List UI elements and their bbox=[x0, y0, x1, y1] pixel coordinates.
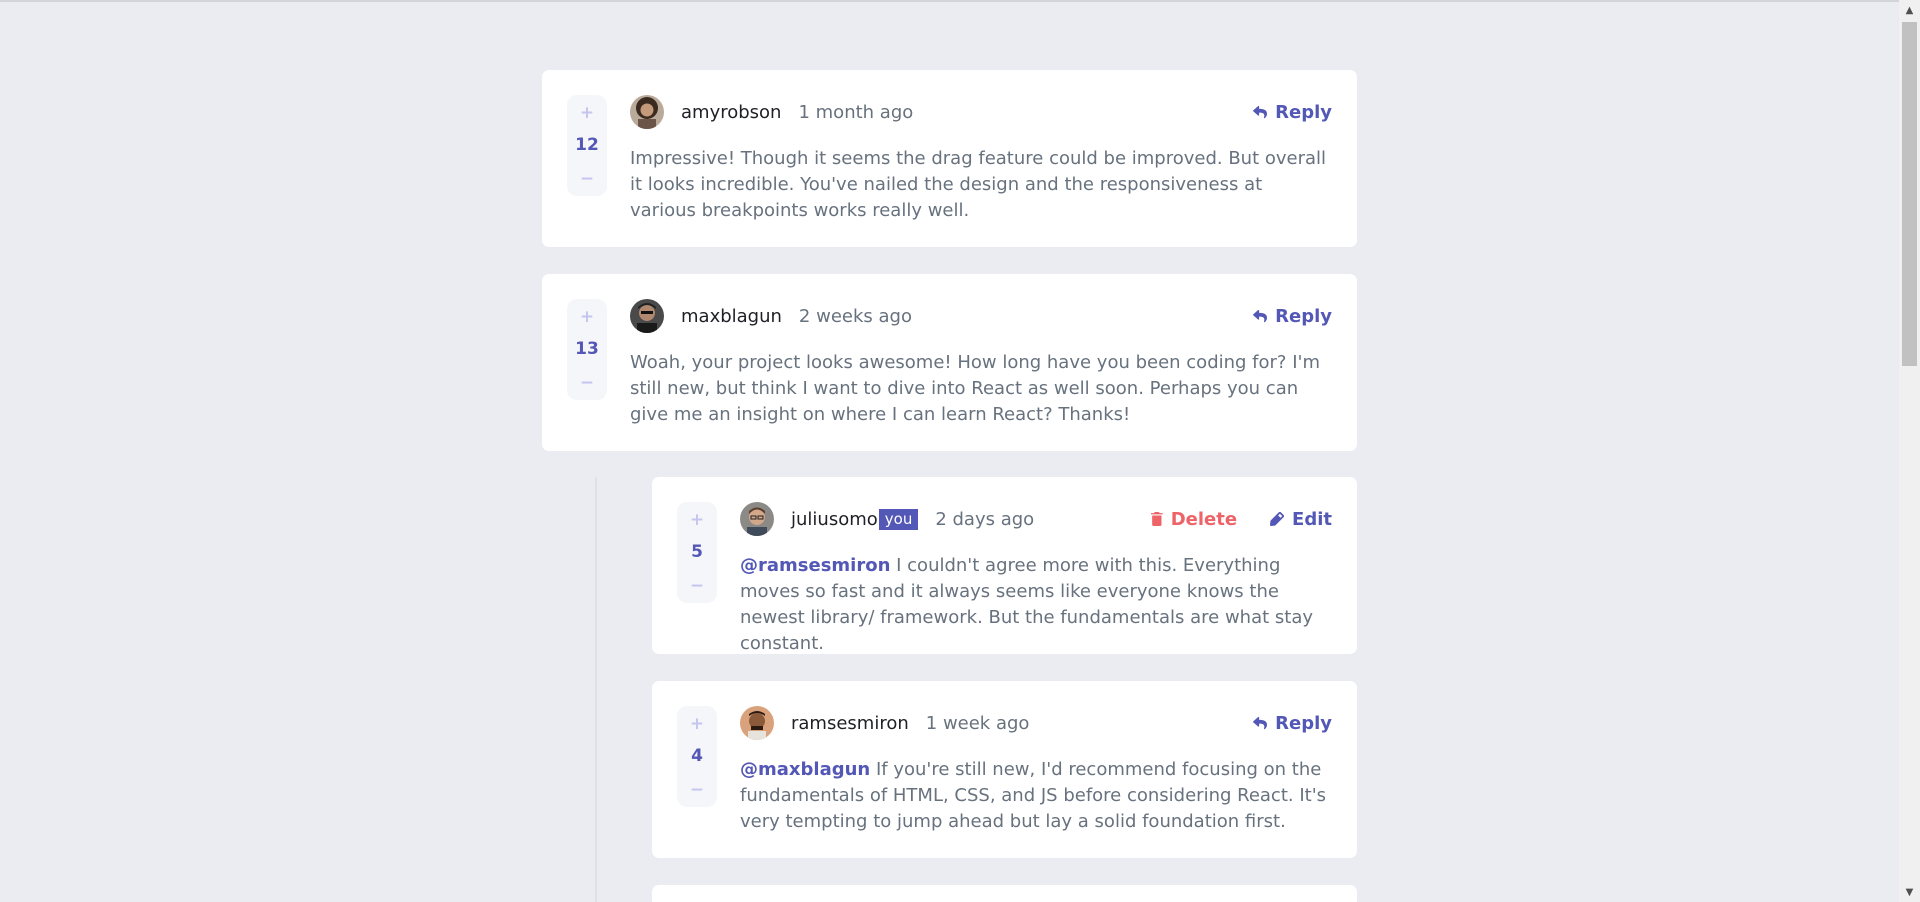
avatar[interactable] bbox=[740, 502, 774, 536]
delete-icon bbox=[1150, 512, 1163, 526]
downvote-button[interactable]: − bbox=[567, 373, 607, 393]
score: 12 bbox=[575, 135, 599, 155]
username[interactable]: juliusomo bbox=[791, 509, 878, 530]
scroll-thumb[interactable] bbox=[1902, 22, 1917, 366]
delete-button[interactable]: Delete bbox=[1150, 508, 1238, 530]
avatar[interactable] bbox=[630, 95, 664, 129]
comment-actions: Reply bbox=[1253, 706, 1332, 740]
upvote-button[interactable]: + bbox=[567, 307, 607, 327]
reply-label: Reply bbox=[1275, 101, 1332, 123]
reply-card: + 5 − juliusomo you 2 days ago Delete Ed… bbox=[652, 477, 1357, 654]
delete-label: Delete bbox=[1170, 508, 1238, 530]
comment-header: amyrobson 1 month ago bbox=[630, 95, 913, 129]
reply-button[interactable]: Reply bbox=[1253, 713, 1332, 734]
edit-label: Edit bbox=[1292, 508, 1332, 530]
avatar[interactable] bbox=[740, 706, 774, 740]
downvote-button[interactable]: − bbox=[567, 169, 607, 189]
comment-text: Impressive! Though it seems the drag fea… bbox=[630, 146, 1332, 224]
comment-card: + 13 − maxblagun 2 weeks ago Reply Woah,… bbox=[542, 274, 1357, 451]
downvote-button[interactable]: − bbox=[677, 780, 717, 800]
comment-text: @ramsesmiron I couldn't agree more with … bbox=[740, 553, 1332, 657]
comment-body: Woah, your project looks awesome! How lo… bbox=[630, 352, 1320, 425]
you-badge: you bbox=[878, 508, 919, 530]
scroll-down-arrow-icon[interactable]: ▼ bbox=[1899, 884, 1920, 902]
comment-actions: Reply bbox=[1253, 299, 1332, 333]
edit-button[interactable]: Edit bbox=[1270, 509, 1332, 530]
scroll-up-arrow-icon[interactable]: ▲ bbox=[1899, 2, 1920, 20]
comment-header: ramsesmiron 1 week ago bbox=[740, 706, 1029, 740]
comment-header: juliusomo you 2 days ago bbox=[740, 502, 1034, 536]
comment-text: Woah, your project looks awesome! How lo… bbox=[630, 350, 1332, 428]
vertical-scrollbar[interactable]: ▲ ▼ bbox=[1899, 0, 1920, 902]
comment-date: 2 weeks ago bbox=[798, 305, 912, 327]
comment-text: @maxblagun If you're still new, I'd reco… bbox=[740, 757, 1332, 835]
upvote-button[interactable]: + bbox=[677, 714, 717, 734]
upvote-button[interactable]: + bbox=[567, 103, 607, 123]
reply-thread-line bbox=[595, 477, 597, 902]
reply-label: Reply bbox=[1275, 712, 1332, 734]
vote-counter: + 4 − bbox=[677, 706, 717, 807]
score: 5 bbox=[691, 542, 703, 562]
reply-icon bbox=[1253, 716, 1268, 729]
reply-icon bbox=[1253, 105, 1268, 118]
vote-counter: + 12 − bbox=[567, 95, 607, 196]
mention[interactable]: @maxblagun bbox=[740, 759, 870, 780]
edit-icon bbox=[1270, 512, 1285, 526]
vote-counter: + 5 − bbox=[677, 502, 717, 603]
comment-date: 2 days ago bbox=[935, 508, 1035, 530]
username[interactable]: amyrobson bbox=[681, 102, 781, 123]
mention[interactable]: @ramsesmiron bbox=[740, 555, 890, 576]
comment-date: 1 month ago bbox=[798, 101, 914, 123]
downvote-button[interactable]: − bbox=[677, 576, 717, 596]
reply-card: + 4 − ramsesmiron 1 week ago Reply @maxb… bbox=[652, 681, 1357, 858]
reply-card bbox=[652, 885, 1357, 902]
username[interactable]: ramsesmiron bbox=[791, 713, 909, 734]
comment-header: maxblagun 2 weeks ago bbox=[630, 299, 912, 333]
vote-counter: + 13 − bbox=[567, 299, 607, 400]
reply-label: Reply bbox=[1275, 305, 1332, 327]
comment-card: + 12 − amyrobson 1 month ago Reply Impre… bbox=[542, 70, 1357, 247]
username[interactable]: maxblagun bbox=[681, 306, 782, 327]
comment-body: Impressive! Though it seems the drag fea… bbox=[630, 148, 1327, 221]
reply-button[interactable]: Reply bbox=[1253, 306, 1332, 327]
score: 4 bbox=[691, 746, 703, 766]
comment-actions: Delete Edit bbox=[1150, 502, 1332, 536]
reply-button[interactable]: Reply bbox=[1253, 102, 1332, 123]
comment-date: 1 week ago bbox=[925, 712, 1030, 734]
avatar[interactable] bbox=[630, 299, 664, 333]
comment-actions: Reply bbox=[1253, 95, 1332, 129]
window-top-edge bbox=[0, 0, 1920, 2]
reply-icon bbox=[1253, 309, 1268, 322]
score: 13 bbox=[575, 339, 599, 359]
upvote-button[interactable]: + bbox=[677, 510, 717, 530]
